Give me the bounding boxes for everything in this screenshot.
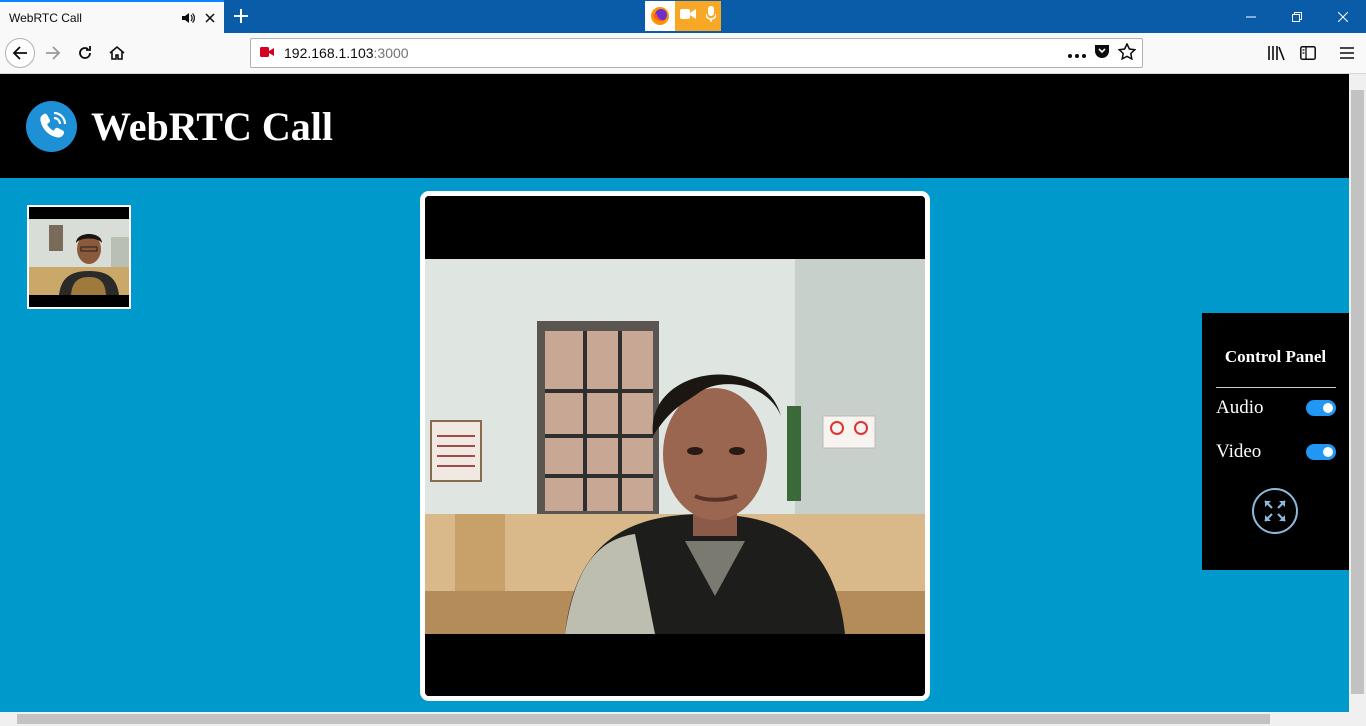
home-icon[interactable] — [102, 38, 132, 68]
forward-arrow-icon[interactable] — [38, 38, 68, 68]
control-panel-divider — [1216, 387, 1336, 388]
media-sharing-indicator[interactable] — [645, 1, 721, 31]
horizontal-scrollbar-thumb[interactable] — [17, 714, 1270, 724]
browser-nav-bar: 192.168.1.103:3000 — [0, 33, 1366, 74]
remote-video[interactable] — [420, 191, 930, 701]
video-toggle[interactable] — [1306, 444, 1336, 460]
audio-label: Audio — [1216, 397, 1264, 418]
menu-icon[interactable] — [1332, 38, 1362, 68]
control-panel: Control Panel Audio Video — [1202, 313, 1349, 570]
bookmark-star-icon[interactable] — [1117, 42, 1137, 65]
control-panel-title: Control Panel — [1224, 347, 1327, 366]
local-camera-feed — [29, 207, 129, 307]
page-title: WebRTC Call — [91, 103, 333, 149]
close-tab-icon[interactable] — [202, 10, 218, 26]
video-control-row: Video — [1216, 441, 1336, 463]
restore-icon[interactable] — [1274, 0, 1320, 33]
back-arrow-icon[interactable] — [5, 38, 35, 68]
browser-tab[interactable]: WebRTC Call — [0, 0, 224, 33]
expand-icon — [1264, 500, 1286, 522]
audio-toggle[interactable] — [1306, 400, 1336, 416]
vertical-scrollbar-thumb[interactable] — [1351, 90, 1364, 694]
url-host: 192.168.1.103 — [284, 45, 374, 61]
page-actions-icon[interactable] — [1068, 45, 1086, 63]
url-bar[interactable]: 192.168.1.103:3000 — [250, 38, 1143, 68]
sidebar-icon[interactable] — [1293, 38, 1323, 68]
video-label: Video — [1216, 441, 1262, 462]
site-header: WebRTC Call — [0, 74, 1349, 178]
camera-sharing-icon — [680, 7, 696, 25]
speaker-icon[interactable] — [180, 10, 196, 26]
phone-call-icon — [26, 100, 77, 152]
pocket-icon[interactable] — [1094, 44, 1110, 64]
url-port: :3000 — [373, 45, 409, 61]
tab-title: WebRTC Call — [9, 10, 82, 25]
local-video-preview[interactable] — [27, 205, 131, 309]
reload-icon[interactable] — [70, 38, 100, 68]
minimize-icon[interactable] — [1228, 0, 1274, 33]
fullscreen-button[interactable] — [1252, 488, 1298, 534]
close-icon[interactable] — [1320, 0, 1366, 33]
library-icon[interactable] — [1261, 38, 1291, 68]
new-tab-icon[interactable] — [231, 6, 251, 26]
camera-permission-icon[interactable] — [260, 44, 274, 62]
audio-control-row: Audio — [1216, 397, 1336, 419]
microphone-sharing-icon — [705, 5, 717, 27]
remote-camera-feed — [425, 196, 925, 696]
firefox-icon — [645, 1, 675, 31]
browser-tab-bar: WebRTC Call — [0, 0, 1366, 33]
